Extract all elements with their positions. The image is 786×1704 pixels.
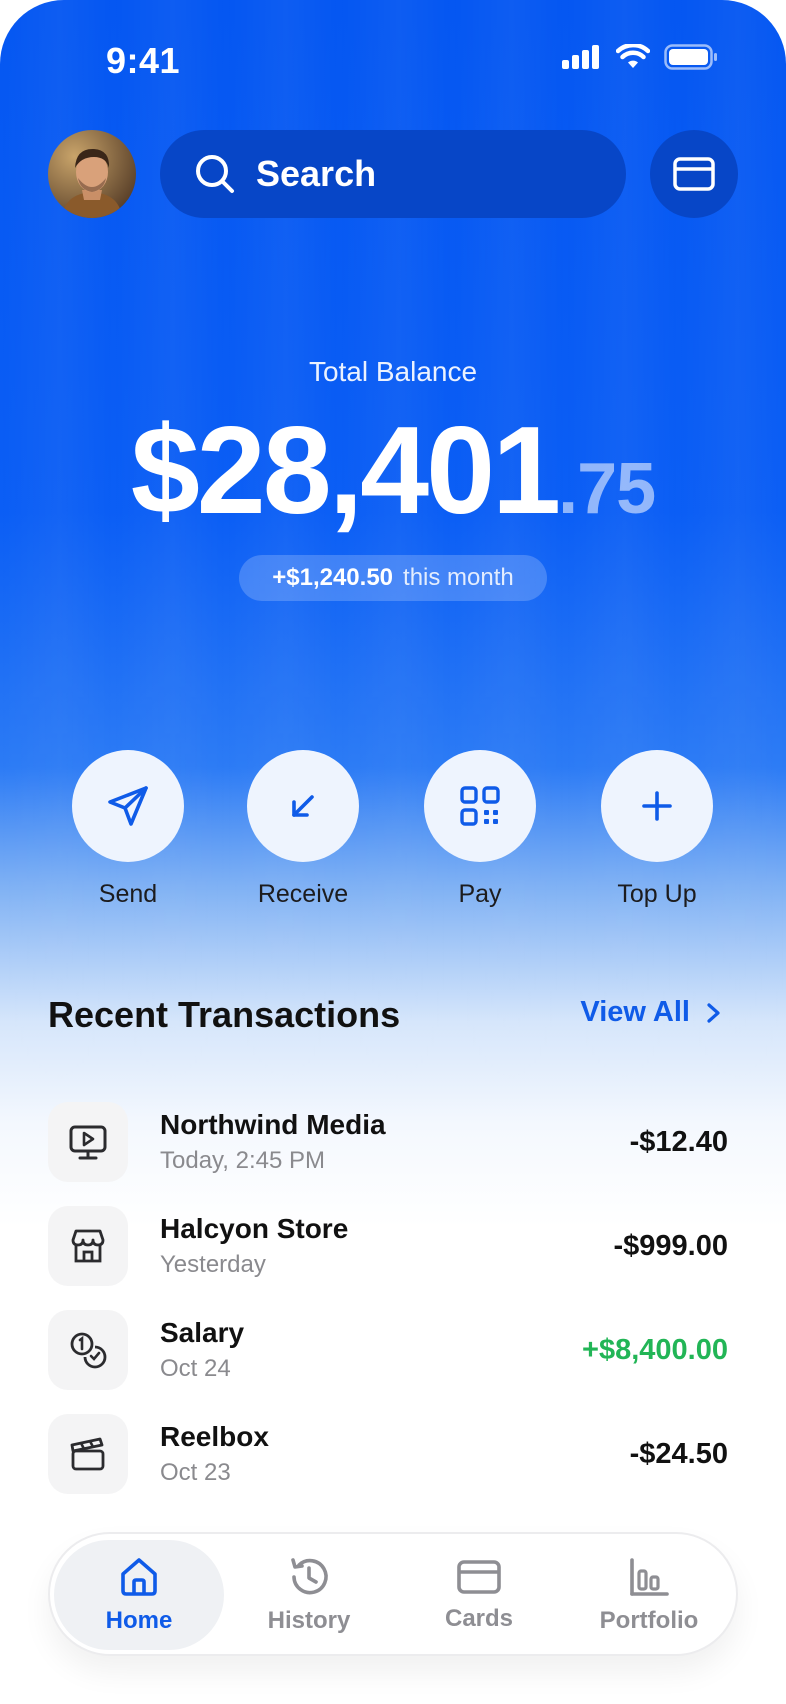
pay-label: Pay xyxy=(458,880,502,908)
transaction-name: Northwind Media xyxy=(160,1109,386,1140)
store-icon xyxy=(71,1229,105,1263)
qr-code-icon xyxy=(460,786,500,826)
transaction-name: Salary xyxy=(160,1317,245,1348)
top-up-label: Top Up xyxy=(617,880,697,908)
top-up-button[interactable]: Top Up xyxy=(587,750,727,909)
avatar[interactable] xyxy=(48,130,136,218)
view-all-label: View All xyxy=(580,996,690,1028)
send-icon xyxy=(108,786,148,826)
search-icon xyxy=(196,155,234,193)
transaction-icon-box xyxy=(48,1414,128,1494)
battery-icon xyxy=(664,44,717,70)
monthly-change-badge: +$1,240.50 this month xyxy=(239,555,547,601)
app-screen: 9:41 Search Total Balance $28,401.75 +$1… xyxy=(0,0,786,1704)
transactions-list: Northwind Media Today, 2:45 PM -$12.40 H… xyxy=(48,1090,728,1506)
transaction-row[interactable]: Reelbox Oct 23 -$24.50 xyxy=(48,1402,728,1506)
tab-history[interactable]: History xyxy=(224,1540,394,1650)
transaction-date: Today, 2:45 PM xyxy=(160,1147,325,1174)
receive-label: Receive xyxy=(257,880,349,908)
card-icon xyxy=(457,1560,501,1594)
status-time: 9:41 xyxy=(106,40,181,81)
tab-portfolio-label: Portfolio xyxy=(599,1607,699,1634)
transaction-icon-box xyxy=(48,1310,128,1390)
transactions-title: Recent Transactions xyxy=(48,994,401,1035)
monitor-play-icon xyxy=(69,1125,107,1160)
pay-button[interactable]: Pay xyxy=(410,750,550,909)
chevron-right-icon xyxy=(707,1002,720,1023)
balance-amount: $28,401.75 xyxy=(0,400,786,542)
home-icon xyxy=(121,1558,157,1596)
transaction-texts: Northwind Media Today, 2:45 PM xyxy=(160,1109,630,1175)
transaction-texts: Halcyon Store Yesterday xyxy=(160,1213,614,1279)
history-icon xyxy=(291,1558,328,1595)
cards-button[interactable] xyxy=(650,130,738,218)
send-label: Send xyxy=(98,880,158,908)
transaction-amount: -$12.40 xyxy=(629,1125,728,1158)
clapperboard-icon xyxy=(70,1437,105,1471)
balance-label: Total Balance xyxy=(308,356,478,387)
top-up-circle xyxy=(601,750,713,862)
transaction-name: Halcyon Store xyxy=(160,1213,349,1244)
balance-cents: .75 xyxy=(558,449,656,529)
tab-portfolio[interactable]: Portfolio xyxy=(564,1540,734,1650)
change-value: +$1,240.50 xyxy=(272,564,394,591)
tab-home[interactable]: Home xyxy=(54,1540,224,1650)
plus-icon xyxy=(642,791,672,821)
view-all-link[interactable]: View All xyxy=(580,996,722,1029)
transaction-date: Yesterday xyxy=(160,1251,266,1278)
receive-button[interactable]: Receive xyxy=(233,750,373,909)
transaction-amount: -$999.00 xyxy=(613,1229,729,1262)
transaction-row[interactable]: Salary Oct 24 +$8,400.00 xyxy=(48,1298,728,1402)
search-input[interactable]: Search xyxy=(160,130,626,218)
tab-history-label: History xyxy=(267,1607,351,1634)
search-placeholder: Search xyxy=(256,153,377,194)
transaction-date: Oct 23 xyxy=(160,1459,231,1486)
balance-main: $28,401 xyxy=(130,402,561,540)
transaction-row[interactable]: Northwind Media Today, 2:45 PM -$12.40 xyxy=(48,1090,728,1194)
transaction-texts: Salary Oct 24 xyxy=(160,1317,582,1383)
credit-card-icon xyxy=(673,157,715,191)
tab-cards[interactable]: Cards xyxy=(394,1540,564,1650)
wifi-icon xyxy=(616,44,650,68)
transaction-amount: +$8,400.00 xyxy=(582,1333,728,1366)
transaction-name: Reelbox xyxy=(160,1421,269,1452)
tab-home-label: Home xyxy=(105,1607,173,1634)
transaction-texts: Reelbox Oct 23 xyxy=(160,1421,630,1487)
pay-circle xyxy=(424,750,536,862)
send-circle xyxy=(72,750,184,862)
status-icons xyxy=(562,44,718,70)
tab-bar: Home History Cards Portfolio xyxy=(48,1532,738,1656)
transaction-icon-box xyxy=(48,1102,128,1182)
signal-icon xyxy=(562,45,599,69)
transaction-row[interactable]: Halcyon Store Yesterday -$999.00 xyxy=(48,1194,728,1298)
coins-icon xyxy=(70,1332,107,1369)
transaction-amount: -$24.50 xyxy=(629,1437,728,1470)
bar-chart-icon xyxy=(630,1558,669,1596)
receive-circle xyxy=(247,750,359,862)
transaction-date: Oct 24 xyxy=(160,1355,231,1382)
send-button[interactable]: Send xyxy=(58,750,198,909)
user-avatar-icon xyxy=(48,130,136,218)
receive-icon xyxy=(292,795,314,817)
tab-cards-label: Cards xyxy=(444,1605,514,1632)
transaction-icon-box xyxy=(48,1206,128,1286)
change-period: this month xyxy=(403,564,514,591)
